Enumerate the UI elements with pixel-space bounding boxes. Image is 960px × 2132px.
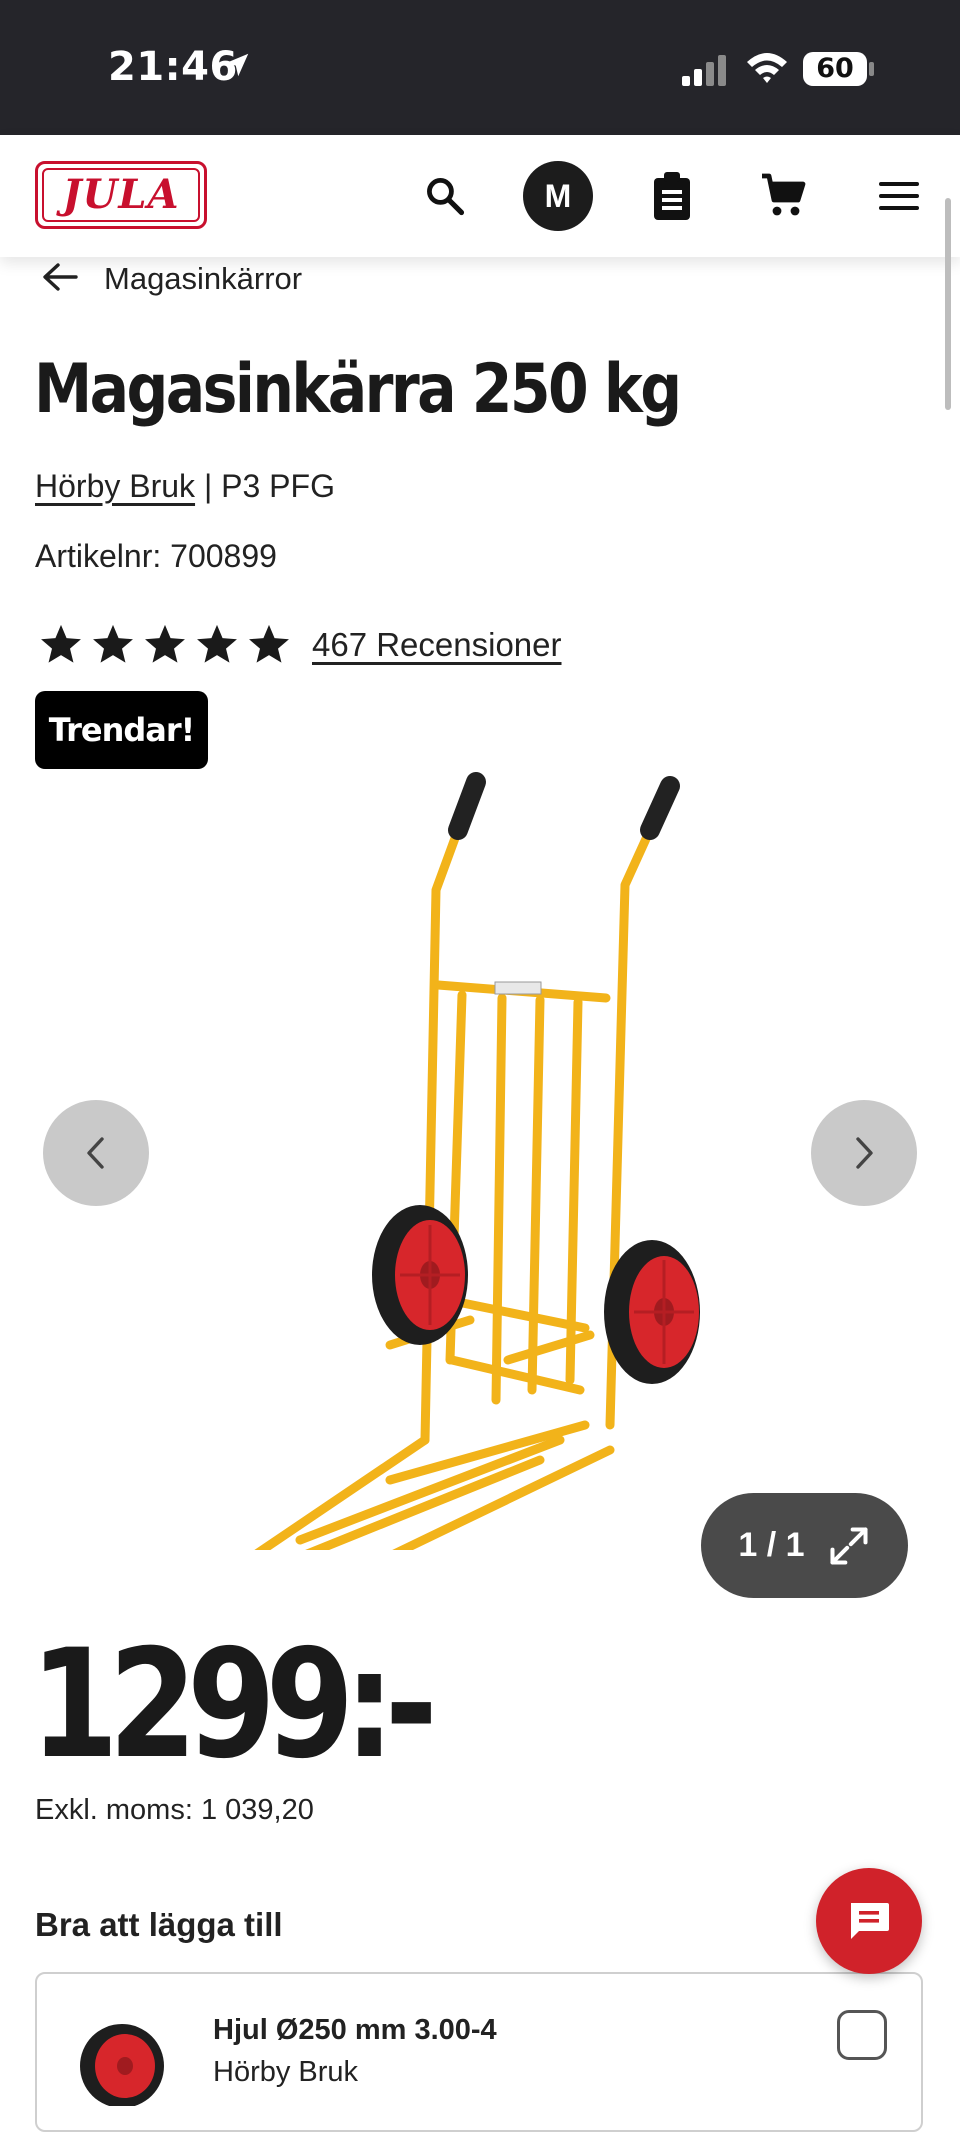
reviews-link[interactable]: 467 Recensioner: [312, 626, 562, 664]
expand-icon: [830, 1526, 868, 1565]
addon-item[interactable]: Hjul Ø250 mm 3.00-4 Hörby Bruk: [35, 1972, 923, 2132]
logo-frame: JULA: [42, 168, 200, 222]
image-counter: 1 / 1: [738, 1526, 805, 1564]
back-arrow-icon[interactable]: [40, 259, 80, 300]
location-arrow-icon: [222, 50, 252, 85]
breadcrumb-label[interactable]: Magasinkärror: [104, 261, 302, 297]
rating[interactable]: 467 Recensioner: [38, 622, 562, 668]
cellular-signal-icon: [680, 54, 728, 91]
addon-checkbox[interactable]: [837, 2010, 887, 2060]
star-icon: [197, 624, 237, 663]
price-excl-vat: Exkl. moms: 1 039,20: [35, 1794, 314, 1826]
star-icon: [145, 624, 185, 663]
brand-link[interactable]: Hörby Bruk: [35, 468, 195, 504]
chevron-right-icon: [856, 1137, 873, 1169]
user-avatar[interactable]: M: [523, 161, 593, 231]
site-header: JULA M: [0, 135, 960, 257]
page-scrollbar[interactable]: [945, 198, 951, 410]
article-number: Artikelnr: 700899: [35, 538, 277, 574]
hamburger-menu-icon[interactable]: [868, 165, 930, 227]
product-title: Magasinkärra 250 kg: [34, 350, 682, 429]
brand-separator: | P3 PFG: [195, 468, 335, 504]
product-image[interactable]: [240, 760, 720, 1550]
chat-button[interactable]: [816, 1868, 922, 1974]
addon-name: Hjul Ø250 mm 3.00-4: [213, 2014, 497, 2046]
breadcrumb[interactable]: Magasinkärror: [40, 256, 302, 302]
image-prev-button[interactable]: [43, 1100, 149, 1206]
chevron-left-icon: [87, 1137, 104, 1169]
star-icon: [93, 624, 133, 663]
status-time: 21:46: [108, 44, 238, 90]
search-icon[interactable]: [414, 165, 476, 227]
battery-nub: [869, 62, 874, 76]
star-icon: [41, 624, 81, 663]
price: 1299:-: [30, 1618, 438, 1792]
cart-icon[interactable]: [753, 165, 815, 227]
image-next-button[interactable]: [811, 1100, 917, 1206]
addon-brand: Hörby Bruk: [213, 2056, 359, 2088]
wifi-icon: [744, 50, 790, 91]
brand-line: Hörby Bruk | P3 PFG: [35, 468, 335, 505]
battery-indicator: 60: [803, 52, 867, 86]
image-counter-button[interactable]: 1 / 1: [701, 1493, 908, 1598]
addon-wheel-image: [80, 2024, 164, 2106]
logo-text: JULA: [62, 171, 180, 218]
status-bar: 21:46 60: [0, 0, 960, 135]
star-icon: [249, 624, 289, 663]
jula-logo[interactable]: JULA: [35, 161, 207, 229]
addons-title: Bra att lägga till: [35, 1906, 283, 1943]
trending-badge: Trendar!: [35, 691, 208, 769]
chat-icon: [851, 1903, 889, 1939]
clipboard-list-icon[interactable]: [641, 165, 703, 227]
